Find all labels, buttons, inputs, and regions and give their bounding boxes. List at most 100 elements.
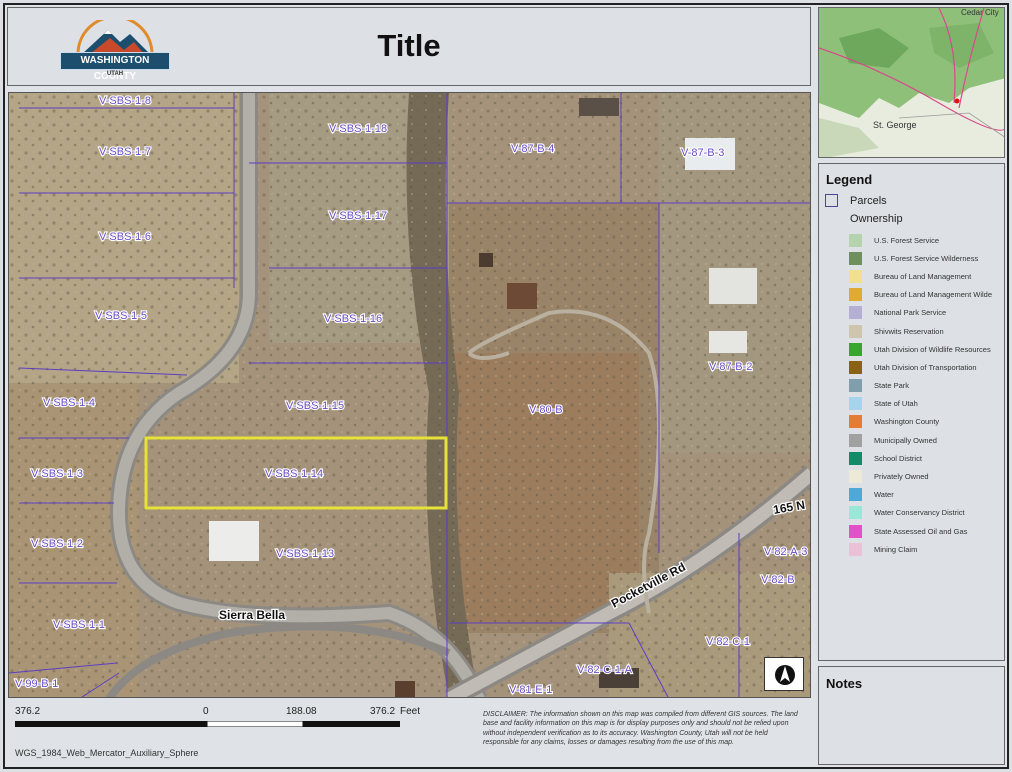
aerial-map[interactable]: V-SBS-1-8 V-SBS-1-7 V-SBS-1-6 V-SBS-1-5 V-SB… xyxy=(9,93,811,698)
parcel-label: V-SBS-1-1 xyxy=(53,619,105,631)
parcel-label: V-SBS-1-13 xyxy=(276,548,334,560)
legend-item: Utah Division of Wildlife Resources xyxy=(849,340,992,358)
legend-item-label: Bureau of Land Management Wilde xyxy=(874,290,992,300)
parcel-label: V-SBS-1-16 xyxy=(324,313,382,325)
legend-swatch xyxy=(849,506,862,520)
parcel-label: V-SBS-1-14 xyxy=(265,468,323,480)
legend-item: State Assessed Oil and Gas xyxy=(849,522,992,540)
city-label: Cedar City xyxy=(961,8,999,17)
legend-swatch xyxy=(849,379,862,393)
legend-panel: Legend Parcels Ownership U.S. Forest Ser… xyxy=(818,163,1005,661)
parcel-label: V-80-B xyxy=(529,404,563,416)
parcel-label: V-SBS-1-7 xyxy=(99,146,151,158)
legend-item: Privately Owned xyxy=(849,467,992,485)
legend-swatch xyxy=(849,542,862,556)
legend-swatch xyxy=(849,451,862,465)
legend-swatch xyxy=(849,288,862,302)
city-label: St. George xyxy=(873,120,917,130)
ownership-label: Ownership xyxy=(850,213,903,225)
parcel-label: V-87-B-3 xyxy=(681,147,724,159)
title-panel: WASHINGTON COUNTY UTAH Title xyxy=(7,7,811,86)
legend-swatch xyxy=(849,324,862,338)
parcel-label: V-SBS-1-4 xyxy=(43,397,95,409)
legend-item-label: U.S. Forest Service Wilderness xyxy=(874,253,979,263)
legend-item-label: Bureau of Land Management xyxy=(874,271,972,281)
legend-item-label: State Park xyxy=(874,381,910,391)
legend-item-label: National Park Service xyxy=(874,308,947,318)
legend-item-label: Utah Division of Transportation xyxy=(874,362,977,372)
legend-item-label: Shivwits Reservation xyxy=(874,326,944,336)
parcel-label: V-82-C-1-A xyxy=(577,664,633,676)
parcel-label: V-SBS-1-6 xyxy=(99,231,151,243)
scale-bar xyxy=(15,721,400,727)
legend-item: Utah Division of Transportation xyxy=(849,358,992,376)
legend-swatch xyxy=(849,397,862,411)
locator-map: Cedar City St. George xyxy=(818,7,1005,158)
parcel-label: V-82-A-3 xyxy=(764,546,807,558)
legend-item-label: Mining Claim xyxy=(874,544,918,554)
legend-item-label: Water Conservancy District xyxy=(874,508,965,518)
legend-parcels: Parcels xyxy=(825,194,887,207)
legend-item-label: Washington County xyxy=(874,417,940,427)
road-label: Sierra Bella xyxy=(219,608,285,622)
parcel-label: V-99-B-1 xyxy=(15,678,58,690)
legend-swatch xyxy=(849,433,862,447)
page-title: Title xyxy=(377,28,441,63)
legend-item: Water Conservancy District xyxy=(849,504,992,522)
legend-swatch xyxy=(849,524,862,538)
parcel-label: V-SBS-1-5 xyxy=(95,310,147,322)
north-arrow-icon xyxy=(764,657,804,691)
legend-item: U.S. Forest Service xyxy=(849,231,992,249)
projection-text: WGS_1984_Web_Mercator_Auxiliary_Sphere xyxy=(15,748,199,758)
parcel-label: V-SBS-1-15 xyxy=(286,400,344,412)
parcel-swatch xyxy=(825,194,838,207)
disclaimer-text: DISCLAIMER: The information shown on thi… xyxy=(483,711,798,746)
parcel-label: V-82-C-1 xyxy=(706,636,750,648)
legend-item-label: U.S. Forest Service xyxy=(874,235,940,245)
legend-item: U.S. Forest Service Wilderness xyxy=(849,249,992,267)
legend-item: Bureau of Land Management Wilde xyxy=(849,286,992,304)
notes-panel: Notes xyxy=(818,666,1005,765)
legend-item-label: School District xyxy=(874,453,922,463)
parcel-label: V-87-B-4 xyxy=(511,143,554,155)
legend-item: School District xyxy=(849,449,992,467)
legend-heading: Legend xyxy=(826,172,873,187)
legend-item: State Park xyxy=(849,377,992,395)
parcel-label: V-87-B-2 xyxy=(709,361,752,373)
legend-item: Washington County xyxy=(849,413,992,431)
parcel-label: V-SBS-1-2 xyxy=(31,538,83,550)
scale-label: 188.08 xyxy=(286,706,317,717)
scale-label: 0 xyxy=(203,706,209,717)
scale-label: 376.2 xyxy=(15,706,41,717)
scale-unit: Feet xyxy=(400,706,421,717)
scale-label: 376.2 xyxy=(370,706,396,717)
logo-state: UTAH xyxy=(106,71,124,77)
legend-item-label: State of Utah xyxy=(874,399,918,409)
legend-swatch xyxy=(849,415,862,429)
legend-item-label: Water xyxy=(874,490,894,500)
legend-item: Mining Claim xyxy=(849,540,992,558)
parcel-label: V-SBS-1-18 xyxy=(329,123,387,135)
legend-swatch xyxy=(849,306,862,320)
parcel-label: V-SBS-1-8 xyxy=(99,95,151,107)
legend-items: U.S. Forest Service U.S. Forest Service W… xyxy=(849,231,992,558)
legend-item: Bureau of Land Management xyxy=(849,267,992,285)
legend-item: Municipally Owned xyxy=(849,431,992,449)
legend-item: Water xyxy=(849,486,992,504)
legend-swatch xyxy=(849,342,862,356)
legend-swatch xyxy=(849,269,862,283)
legend-swatch xyxy=(849,470,862,484)
legend-swatch xyxy=(849,251,862,265)
legend-item: National Park Service xyxy=(849,304,992,322)
legend-swatch xyxy=(849,488,862,502)
parcel-label: V-81-E-1 xyxy=(509,684,552,696)
legend-item-label: State Assessed Oil and Gas xyxy=(874,526,968,536)
map-view[interactable]: V-SBS-1-8 V-SBS-1-7 V-SBS-1-6 V-SBS-1-5 V-SB… xyxy=(8,92,811,698)
legend-item: Shivwits Reservation xyxy=(849,322,992,340)
map-footer: 376.2 0 188.08 376.2 Feet WGS_1984_Web_M… xyxy=(8,702,811,765)
parcel-label: V-SBS-1-3 xyxy=(31,468,83,480)
legend-swatch xyxy=(849,360,862,374)
notes-heading: Notes xyxy=(826,676,863,691)
parcel-label: V-82-B xyxy=(761,574,795,586)
legend-item-label: Municipally Owned xyxy=(874,435,937,445)
